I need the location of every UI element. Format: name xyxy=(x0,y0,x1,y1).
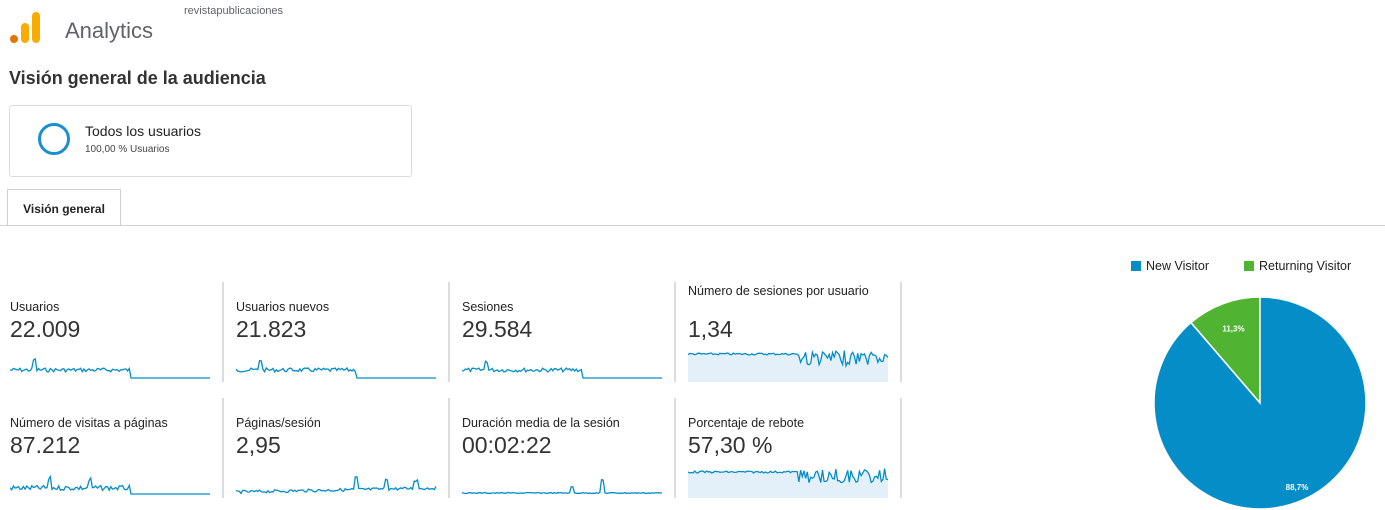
metric-value: 1,34 xyxy=(688,316,733,342)
sparkline-area xyxy=(688,468,888,498)
metric-visitas-paginas[interactable]: Número de visitas a páginas 87.212 xyxy=(10,398,224,498)
analytics-logo-icon[interactable] xyxy=(10,11,46,43)
tab-vision-general[interactable]: Visión general xyxy=(7,189,121,225)
metric-value: 00:02:22 xyxy=(462,432,552,458)
segment-percentage: 100,00 % Usuarios xyxy=(85,144,170,155)
metric-value: 22.009 xyxy=(10,316,81,342)
sparkline xyxy=(10,474,210,495)
legend-label: Returning Visitor xyxy=(1259,259,1352,273)
metric-label: Páginas/sesión xyxy=(236,416,321,430)
metric-value: 29.584 xyxy=(462,316,533,342)
app-name[interactable]: Analytics xyxy=(65,18,153,44)
pie-data-label: 11,3% xyxy=(1222,324,1244,333)
segment-card[interactable]: Todos los usuarios 100,00 % Usuarios xyxy=(9,105,412,177)
metric-value: 87.212 xyxy=(10,432,81,458)
legend-item-new-visitor[interactable]: New Visitor xyxy=(1131,259,1209,273)
metric-porcentaje-rebote[interactable]: Porcentaje de rebote 57,30 % xyxy=(688,398,902,498)
sparkline-line xyxy=(236,476,437,495)
sparkline xyxy=(236,476,437,495)
sparkline-line xyxy=(236,359,436,379)
metric-label: Número de sesiones por usuario xyxy=(688,284,869,298)
metric-label: Número de visitas a páginas xyxy=(10,416,168,430)
metric-value: 2,95 xyxy=(236,432,281,458)
metric-separator xyxy=(448,398,450,498)
metric-separator xyxy=(900,398,902,498)
sparkline xyxy=(688,349,889,382)
metric-separator xyxy=(674,398,676,498)
pie-data-label: 88,7% xyxy=(1286,483,1309,492)
sparkline xyxy=(688,468,889,498)
pie-slice-new-visitor[interactable] xyxy=(1153,296,1367,510)
account-name[interactable]: revistapublicaciones xyxy=(184,5,283,17)
tab-divider xyxy=(0,225,1385,226)
metric-label: Porcentaje de rebote xyxy=(688,416,805,430)
segment-name: Todos los usuarios xyxy=(85,123,201,139)
metric-paginas-sesion[interactable]: Páginas/sesión 2,95 xyxy=(236,398,450,498)
metric-label: Usuarios xyxy=(10,300,60,314)
metric-label: Sesiones xyxy=(462,300,514,314)
metric-separator xyxy=(222,398,224,498)
legend-item-returning-visitor[interactable]: Returning Visitor xyxy=(1244,259,1351,273)
sparkline-line xyxy=(462,479,663,495)
metric-usuarios[interactable]: Usuarios 22.009 xyxy=(10,282,224,382)
metric-sesiones-por-usuario[interactable]: Número de sesiones por usuario 1,34 xyxy=(688,282,902,382)
visitor-type-pie-chart[interactable]: 11,3% 88,7% xyxy=(1150,296,1370,510)
page-title: Visión general de la audiencia xyxy=(9,68,266,88)
metric-value: 21.823 xyxy=(236,316,307,342)
legend-swatch xyxy=(1131,261,1141,271)
sparkline-line xyxy=(462,360,662,379)
metric-sesiones[interactable]: Sesiones 29.584 xyxy=(462,282,676,382)
metric-separator xyxy=(674,282,676,382)
sparkline xyxy=(236,359,436,379)
legend-swatch xyxy=(1244,261,1254,271)
metric-separator xyxy=(222,282,224,382)
metric-duracion-media[interactable]: Duración media de la sesión 00:02:22 xyxy=(462,398,676,498)
sparkline-line xyxy=(10,357,210,379)
metric-usuarios-nuevos[interactable]: Usuarios nuevos 21.823 xyxy=(236,282,450,382)
segment-ring-icon xyxy=(38,123,70,155)
sparkline xyxy=(10,357,210,379)
sparkline xyxy=(462,360,662,379)
sparkline-line xyxy=(10,474,210,495)
metric-value: 57,30 % xyxy=(688,432,773,458)
legend-label: New Visitor xyxy=(1146,259,1209,273)
metric-separator xyxy=(900,282,902,382)
metric-separator xyxy=(448,282,450,382)
metric-label: Usuarios nuevos xyxy=(236,300,330,314)
metric-label: Duración media de la sesión xyxy=(462,416,620,430)
sparkline xyxy=(462,479,663,495)
